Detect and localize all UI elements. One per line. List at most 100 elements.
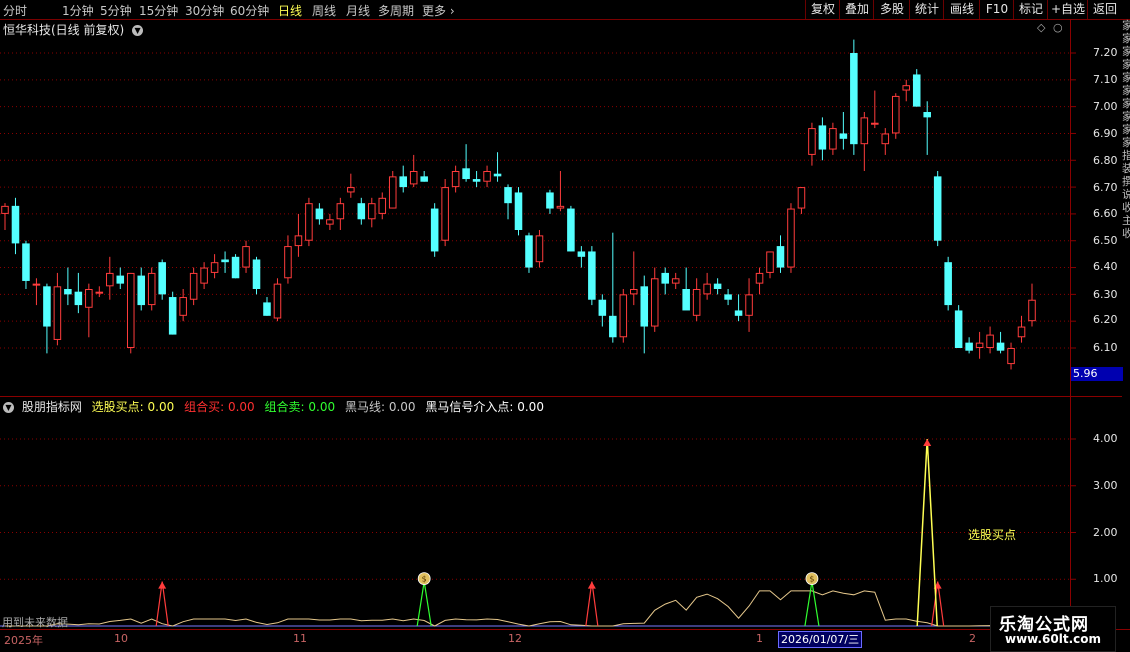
- candle-body: [11, 205, 20, 244]
- date-axis[interactable]: 2025年 10 11 12 1 2 2026/01/07/三: [0, 629, 1130, 651]
- candle: [326, 213, 334, 230]
- candle: [158, 259, 166, 300]
- period-tab-multi[interactable]: 多周期: [378, 2, 414, 19]
- candle: [682, 267, 690, 311]
- candle: [168, 291, 177, 335]
- side-strip-item[interactable]: 家: [1122, 84, 1130, 97]
- candle-body: [158, 262, 166, 295]
- candle: [493, 152, 502, 182]
- candle-body: [147, 272, 156, 306]
- combo-sell-spike: [416, 581, 432, 627]
- price-label: 6.90: [1093, 127, 1118, 140]
- candle: [147, 267, 156, 311]
- candle-body: [598, 299, 607, 316]
- chevron-down-icon[interactable]: ▼: [132, 25, 144, 36]
- candle-body: [294, 235, 303, 247]
- candle-body: [556, 205, 565, 209]
- buy-point-spike: [916, 438, 938, 627]
- f10-button[interactable]: F10: [979, 0, 1014, 19]
- draw-line-button[interactable]: 画线: [943, 0, 980, 19]
- indicator-item-buy-point: 选股买点: 0.00: [92, 400, 175, 414]
- current-price-tag: 5.96: [1071, 367, 1123, 381]
- back-button[interactable]: 返回: [1087, 0, 1122, 19]
- multi-stock-button[interactable]: 多股: [873, 0, 910, 19]
- candle: [661, 267, 669, 295]
- side-strip-item[interactable]: 家: [1122, 58, 1130, 71]
- candle: [504, 184, 512, 220]
- side-strip-item[interactable]: 指: [1122, 149, 1130, 162]
- candle-body: [409, 171, 418, 185]
- stock-title: 恒华科技(日线 前复权): [3, 23, 125, 37]
- candle: [294, 213, 303, 257]
- period-tab-weekly[interactable]: 周线: [312, 2, 336, 19]
- side-strip-item[interactable]: 装: [1122, 162, 1130, 175]
- candle-body: [776, 246, 785, 268]
- period-tab-daily[interactable]: 日线: [278, 2, 302, 19]
- date-tick: 10: [114, 632, 128, 645]
- price-axis-separator: [1070, 19, 1071, 629]
- period-tab-15min[interactable]: 15分钟: [139, 2, 178, 19]
- mark-button[interactable]: 标记: [1013, 0, 1048, 19]
- side-strip-item[interactable]: 主: [1122, 214, 1130, 227]
- candle-body: [996, 342, 1005, 351]
- money-bag-icon: [417, 572, 431, 585]
- indicator-item-value: 0.00: [388, 400, 416, 414]
- chart-canvas[interactable]: $ $: [0, 0, 1130, 650]
- candle: [1017, 315, 1026, 343]
- add-watchlist-button[interactable]: +自选: [1047, 0, 1088, 19]
- candle-body: [1, 205, 9, 214]
- candle: [650, 267, 659, 332]
- candle-body: [347, 187, 355, 193]
- side-strip-item[interactable]: 家: [1122, 45, 1130, 58]
- side-strip-item[interactable]: 说: [1122, 188, 1130, 201]
- candle: [409, 154, 418, 188]
- period-tab-more[interactable]: 更多 ›: [422, 2, 455, 19]
- candle-body: [305, 203, 313, 241]
- side-strip-item[interactable]: 家: [1122, 110, 1130, 123]
- candle-body: [326, 219, 334, 225]
- period-tab-monthly[interactable]: 月线: [346, 2, 370, 19]
- candle: [546, 189, 554, 214]
- side-strip-item[interactable]: 家: [1122, 71, 1130, 84]
- candle: [514, 187, 523, 236]
- candle-body: [986, 334, 994, 349]
- candle: [871, 90, 879, 129]
- candle: [53, 272, 62, 346]
- candle: [430, 203, 439, 257]
- period-tab-1min[interactable]: 1分钟: [62, 2, 94, 19]
- period-tab-30min[interactable]: 30分钟: [185, 2, 224, 19]
- chevron-down-icon[interactable]: ▼: [3, 402, 14, 413]
- period-tab-5min[interactable]: 5分钟: [100, 2, 132, 19]
- indicator-name: 股朋指标网: [21, 400, 82, 414]
- main-chart-title: 恒华科技(日线 前复权) ▼: [3, 21, 147, 38]
- combo-buy-spike: [931, 581, 945, 627]
- circle-icon[interactable]: ○: [1053, 21, 1063, 34]
- side-strip-item[interactable]: 收: [1122, 201, 1130, 214]
- candle: [703, 272, 711, 300]
- side-strip-item[interactable]: 家: [1122, 19, 1130, 32]
- period-tab-60min[interactable]: 60分钟: [230, 2, 269, 19]
- side-strip-item[interactable]: 家: [1122, 123, 1130, 136]
- candle: [839, 112, 848, 150]
- period-tab-fenshi[interactable]: 分时: [3, 2, 27, 19]
- candle: [965, 337, 973, 354]
- candle-body: [839, 133, 848, 139]
- side-strip-item[interactable]: 收: [1122, 227, 1130, 240]
- candle: [996, 331, 1005, 354]
- candle-body: [923, 112, 931, 118]
- indicator-item-value: 0.00: [227, 400, 255, 414]
- side-strip-item[interactable]: 家: [1122, 136, 1130, 149]
- diamond-icon[interactable]: ◇: [1037, 21, 1045, 34]
- overlay-button[interactable]: 叠加: [839, 0, 874, 19]
- price-label: 7.00: [1093, 100, 1118, 113]
- side-strip-item[interactable]: 家: [1122, 97, 1130, 110]
- site-logo: 乐淘公式网 www.60lt.com: [990, 606, 1116, 652]
- statistics-button[interactable]: 统计: [909, 0, 944, 19]
- candle-body: [860, 117, 869, 145]
- money-bag-icon: [805, 572, 819, 585]
- side-strip-item[interactable]: 家: [1122, 32, 1130, 45]
- side-strip-item[interactable]: 撰: [1122, 175, 1130, 188]
- adjust-button[interactable]: 复权: [805, 0, 840, 19]
- candle: [850, 39, 858, 155]
- indicator-axis-label: 1.00: [1093, 572, 1118, 585]
